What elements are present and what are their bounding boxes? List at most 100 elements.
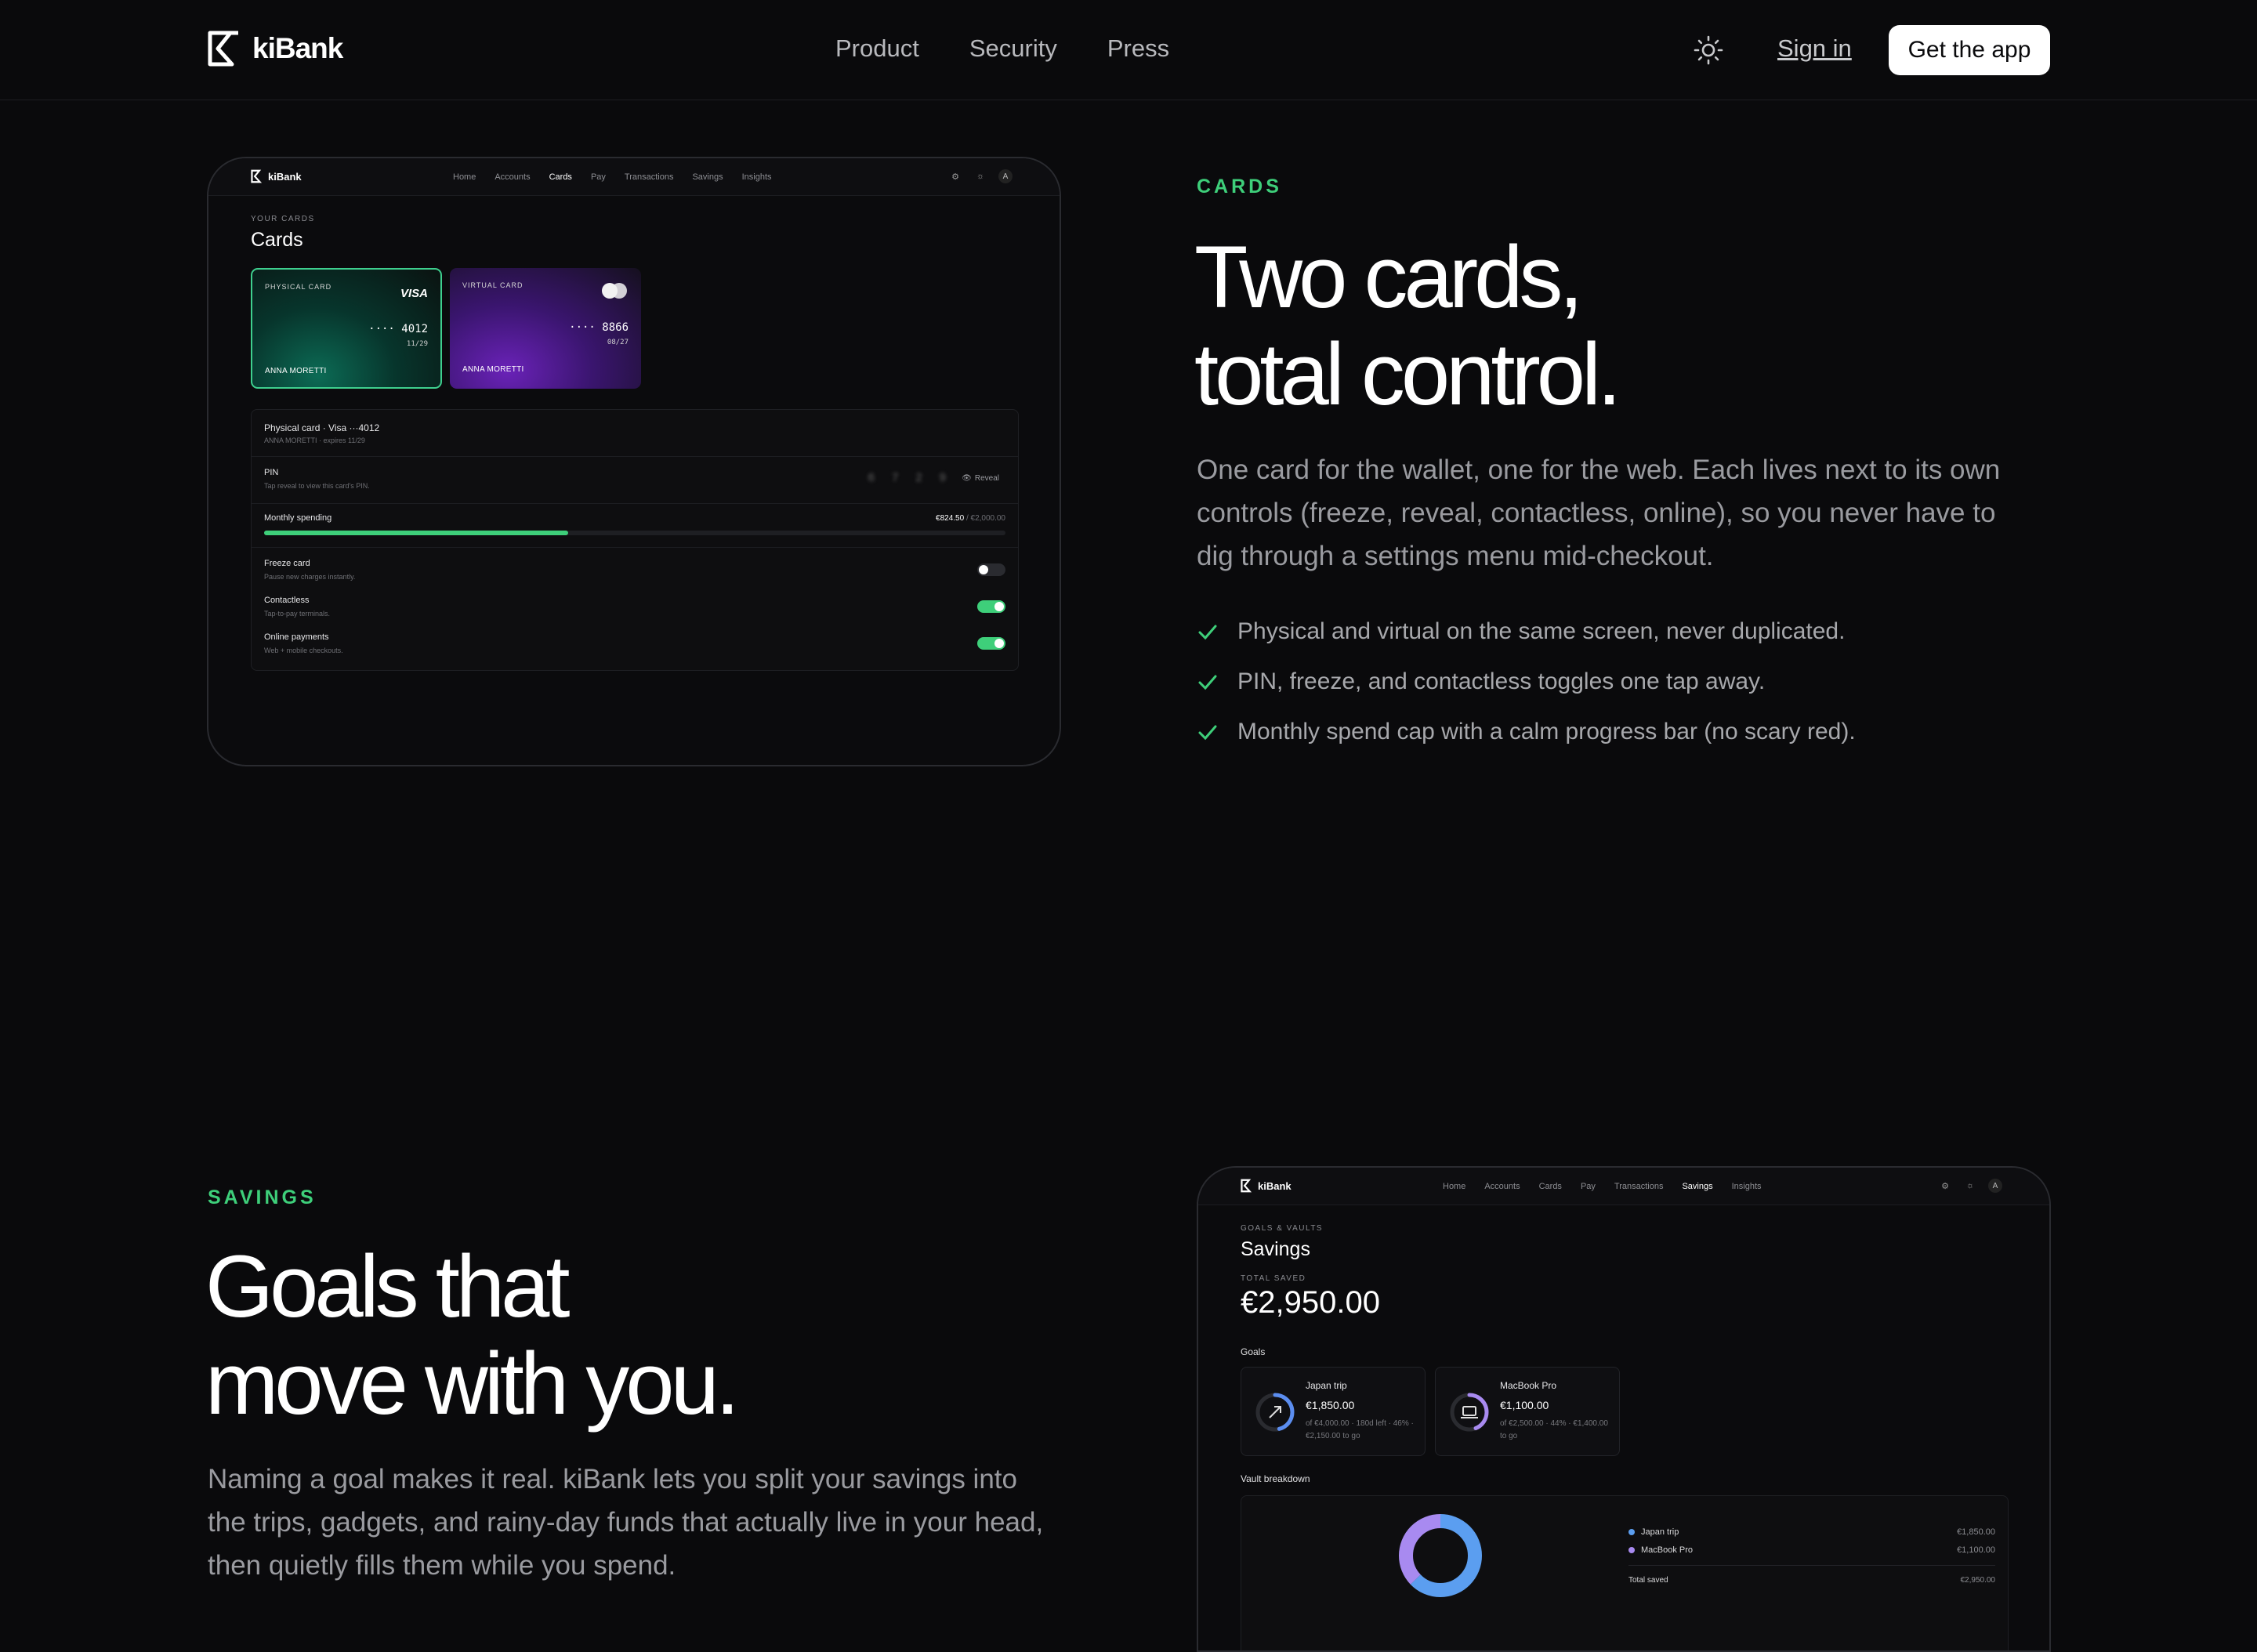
- mock-brand-name: kiBank: [1258, 1179, 1292, 1192]
- check-icon: [1198, 625, 1217, 640]
- kibank-logo-icon: [208, 31, 238, 67]
- mock-nav-links: Home Accounts Cards Pay Transactions Sav…: [1443, 1182, 1762, 1191]
- mock-nav-home[interactable]: Home: [453, 172, 476, 182]
- mock-nav-links: Home Accounts Cards Pay Transactions Sav…: [453, 172, 772, 182]
- bullet-item: PIN, freeze, and contactless toggles one…: [1197, 657, 1856, 707]
- divider: [1628, 1565, 1995, 1566]
- cards-eyebrow-label: CARDS: [1197, 176, 1282, 197]
- cards-headline: Two cards, total control.: [1194, 229, 1621, 423]
- pin-digits: 6 7 2 9: [868, 471, 946, 484]
- check-icon: [1198, 725, 1217, 741]
- total-saved-label: TOTAL SAVED: [1241, 1274, 1306, 1283]
- card-detail-title: Physical card · Visa ···4012: [264, 422, 380, 433]
- pin-digit: 2: [915, 471, 922, 484]
- avatar[interactable]: A: [1988, 1179, 2002, 1193]
- pin-row: PIN Tap reveal to view this card's PIN. …: [252, 457, 1018, 504]
- sun-icon[interactable]: ☼: [1963, 1179, 1977, 1193]
- avatar[interactable]: A: [998, 169, 1013, 183]
- reveal-label: Reveal: [974, 474, 999, 483]
- physical-card[interactable]: PHYSICAL CARD VISA ···· 4012 11/29 ANNA …: [251, 268, 442, 389]
- virtual-card[interactable]: VIRTUAL CARD ···· 8866 08/27 ANNA MORETT…: [450, 268, 641, 389]
- theme-toggle-sun-icon[interactable]: [1693, 34, 1724, 66]
- mock-nav-home[interactable]: Home: [1443, 1182, 1465, 1191]
- physical-card-number: ···· 4012: [368, 323, 428, 335]
- brand-name: kiBank: [252, 32, 343, 64]
- toggle-label: Online payments: [264, 632, 329, 642]
- visa-logo-icon: VISA: [400, 287, 428, 300]
- mock-nav-icons: ⚙ ☼ A: [948, 169, 1013, 183]
- mock-nav-insights[interactable]: Insights: [742, 172, 772, 182]
- spending-label: Monthly spending: [264, 513, 332, 523]
- mock-brand: kiBank: [251, 169, 302, 183]
- savings-paragraph: Naming a goal makes it real. kiBank lets…: [208, 1464, 1044, 1581]
- mock-nav-transactions[interactable]: Transactions: [625, 172, 674, 182]
- legend-item-japan-trip: Japan trip: [1628, 1527, 1679, 1537]
- cards-title: Cards: [251, 229, 303, 251]
- nav-link-product[interactable]: Product: [835, 34, 919, 63]
- goal-progress-ring: [1255, 1393, 1295, 1432]
- mock-nav-savings[interactable]: Savings: [692, 172, 723, 182]
- mock-nav-pay[interactable]: Pay: [1581, 1182, 1596, 1191]
- kibank-logo-icon: [251, 169, 263, 183]
- top-nav: kiBank Product Security Press Sign in Ge…: [0, 0, 2257, 100]
- savings-headline-line: move with you.: [205, 1335, 740, 1433]
- sign-in-link[interactable]: Sign in: [1777, 34, 1852, 63]
- bullet-item: Monthly spend cap with a calm progress b…: [1197, 707, 1856, 757]
- mock-nav-cards[interactable]: Cards: [1539, 1182, 1562, 1191]
- goal-card-macbook-pro[interactable]: MacBook Pro €1,100.00 of €2,500.00 · 44%…: [1435, 1367, 1620, 1456]
- gear-icon[interactable]: ⚙: [948, 169, 962, 183]
- mock-nav-accounts[interactable]: Accounts: [495, 172, 530, 182]
- mock-brand-name: kiBank: [268, 170, 302, 183]
- sun-icon[interactable]: ☼: [973, 169, 987, 183]
- virtual-card-holder: ANNA MORETTI: [462, 365, 524, 374]
- mastercard-logo-icon: [602, 283, 627, 299]
- legend-value: €1,850.00: [1957, 1527, 1995, 1537]
- card-detail-sub: ANNA MORETTI · expires 11/29: [264, 437, 365, 444]
- toggle-knob: [979, 565, 988, 574]
- toggle-switch[interactable]: [977, 637, 1005, 650]
- nav-link-security[interactable]: Security: [969, 34, 1057, 63]
- mock-nav-accounts[interactable]: Accounts: [1484, 1182, 1520, 1191]
- nav-link-press[interactable]: Press: [1107, 34, 1169, 63]
- physical-card-expiry: 11/29: [406, 340, 428, 348]
- goal-card-japan-trip[interactable]: Japan trip €1,850.00 of €4,000.00 · 180d…: [1241, 1367, 1426, 1456]
- toggle-switch[interactable]: [977, 563, 1005, 576]
- cards-screenshot: kiBank Home Accounts Cards Pay Transacti…: [207, 157, 1061, 766]
- legend-dot: [1628, 1529, 1635, 1535]
- virtual-card-number: ···· 8866: [569, 321, 629, 334]
- savings-mock-title: Savings: [1241, 1238, 1310, 1260]
- bullet-text: PIN, freeze, and contactless toggles one…: [1237, 668, 1766, 694]
- goal-sub: of €2,500.00 · 44% · €1,400.00 to go: [1500, 1419, 1608, 1440]
- goal-sub: of €4,000.00 · 180d left · 46% · €2,150.…: [1306, 1419, 1414, 1440]
- legend-item-macbook-pro: MacBook Pro: [1628, 1545, 1693, 1555]
- spending-row: Monthly spending €824.50 / €2,000.00: [252, 504, 1018, 548]
- pin-label: PIN: [264, 468, 279, 477]
- mock-nav-pay[interactable]: Pay: [591, 172, 606, 182]
- spending-current: €824.50: [936, 514, 965, 523]
- mock-nav-transactions[interactable]: Transactions: [1614, 1182, 1664, 1191]
- spending-progress-track: [264, 531, 1005, 535]
- check-icon: [1198, 675, 1217, 690]
- bullet-item: Physical and virtual on the same screen,…: [1197, 607, 1856, 657]
- kibank-logo-icon: [1241, 1179, 1252, 1193]
- reveal-button[interactable]: 👁 Reveal: [962, 474, 999, 483]
- toggle-knob: [994, 639, 1004, 648]
- mock-nav-savings[interactable]: Savings: [1682, 1182, 1712, 1191]
- toggle-row: Freeze card Pause new charges instantly.: [252, 552, 1018, 587]
- spending-progress-fill: [264, 531, 568, 535]
- mock-nav-insights[interactable]: Insights: [1732, 1182, 1762, 1191]
- brand-logo[interactable]: kiBank: [207, 30, 343, 67]
- card-details-panel: Physical card · Visa ···4012 ANNA MORETT…: [251, 409, 1019, 671]
- vault-donut-chart: [1399, 1514, 1482, 1597]
- toggle-row: Online payments Web + mobile checkouts.: [252, 626, 1018, 661]
- mock-nav-cards[interactable]: Cards: [549, 172, 572, 182]
- cards-paragraph: One card for the wallet, one for the web…: [1197, 455, 2001, 571]
- get-the-app-button[interactable]: Get the app: [1889, 25, 2050, 75]
- toggle-switch[interactable]: [977, 600, 1005, 613]
- mock-brand: kiBank: [1241, 1179, 1292, 1193]
- gear-icon[interactable]: ⚙: [1938, 1179, 1952, 1193]
- total-row-value: €2,950.00: [1960, 1576, 1996, 1585]
- mock-nav: kiBank Home Accounts Cards Pay Transacti…: [1198, 1168, 2049, 1205]
- goal-amount: €1,100.00: [1500, 1399, 1549, 1411]
- toggle-hint: Web + mobile checkouts.: [264, 647, 343, 654]
